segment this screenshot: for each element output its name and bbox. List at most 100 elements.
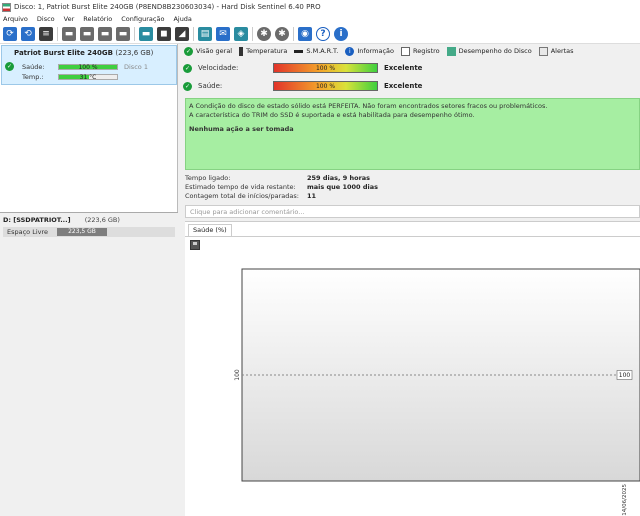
disk-tools-icon[interactable]: ▬	[116, 26, 130, 41]
disk-remove-icon[interactable]: ◢	[175, 26, 189, 41]
check-icon: ✓	[183, 81, 192, 91]
alert-icon	[538, 46, 548, 56]
disk-schedule-icon[interactable]: ▬	[98, 26, 112, 41]
tab-performance[interactable]: Desempenho do Disco	[446, 46, 532, 56]
disk-blue-icon[interactable]: ▬	[139, 26, 153, 41]
disk-check-icon[interactable]: ▬	[80, 26, 94, 41]
disk-health-bar: 100 %	[58, 63, 118, 71]
stat-value: mais que 1000 dias	[307, 183, 378, 191]
status-message-line2: A característica do TRIM do SSD é suport…	[189, 111, 475, 119]
partition-free-row: Espaço Livre 223,5 GB	[3, 227, 175, 237]
menu-ajuda[interactable]: Ajuda	[173, 15, 191, 23]
data-point-label: 100	[619, 372, 631, 379]
camera-icon[interactable]: ◉	[298, 26, 312, 41]
stat-row: Estimado tempo de vida restante: mais que…	[185, 183, 635, 192]
details-panel: ✓ Visão geral Temperatura S.M.A.R.T. i Inf…	[179, 44, 640, 516]
menu-disco[interactable]: Disco	[37, 15, 55, 23]
disk-size: (223,6 GB)	[115, 49, 154, 57]
tab-alerts-label: Alertas	[550, 47, 574, 55]
health-summary: ✓ Velocidade: 100 % Excelente ✓ Saúde: 1…	[183, 61, 640, 97]
tab-bar: ✓ Visão geral Temperatura S.M.A.R.T. i Inf…	[179, 44, 640, 58]
stat-key: Contagem total de inícios/paradas:	[185, 192, 299, 200]
disk-temp-row: Temp.: 31 °C	[5, 73, 124, 81]
disk-temp-value: 31 °C	[79, 74, 97, 81]
partition-header: D: [SSDPATRIOT...] (223,6 GB)	[3, 216, 120, 224]
log-icon	[401, 46, 411, 56]
tab-log[interactable]: Registro	[401, 46, 440, 56]
disk-title: Patriot Burst Elite 240GB (223,6 GB)	[14, 49, 153, 57]
stat-row: Tempo ligado: 259 dias, 9 horas	[185, 174, 635, 183]
thermometer-icon	[239, 46, 244, 56]
mail-icon[interactable]: ✉	[216, 26, 230, 41]
health-verdict: Excelente	[384, 82, 423, 90]
list-icon[interactable]: ≡	[39, 26, 53, 41]
partition-panel[interactable]: D: [SSDPATRIOT...] (223,6 GB) Espaço Liv…	[0, 212, 178, 242]
disk-icon[interactable]: ▬	[62, 26, 76, 41]
toolbar-separator	[57, 26, 58, 41]
stat-key: Tempo ligado:	[185, 174, 231, 182]
overview-icon: ✓	[184, 46, 193, 56]
health-row: ✓ Saúde: 100 % Excelente	[183, 81, 422, 91]
tab-overview[interactable]: ✓ Visão geral	[184, 46, 233, 56]
disk-health-value: 100 %	[78, 63, 98, 71]
tab-temperature-label: Temperatura	[246, 47, 288, 55]
menu-arquivo[interactable]: Arquivo	[3, 15, 28, 23]
menu-ver[interactable]: Ver	[64, 15, 75, 23]
y-tick-label: 100	[234, 369, 241, 381]
menu-configuracao[interactable]: Configuração	[121, 15, 164, 23]
settings-icon[interactable]: ✱	[257, 26, 271, 41]
performance-icon	[446, 46, 456, 56]
partition-size: (223,6 GB)	[84, 216, 120, 224]
chart-tab-divider	[185, 236, 640, 237]
tab-overview-label: Visão geral	[196, 47, 233, 55]
tab-information-label: Informação	[357, 47, 395, 55]
report-icon[interactable]: ▤	[198, 26, 212, 41]
stat-value: 259 dias, 9 horas	[307, 174, 371, 182]
disk-temp-label: Temp.:	[22, 73, 44, 81]
tab-alerts[interactable]: Alertas	[538, 46, 574, 56]
comment-field[interactable]: Clique para adicionar comentário...	[185, 205, 640, 218]
action-text: Nenhuma ação a ser tomada	[189, 125, 294, 133]
toolbar-separator	[293, 26, 294, 41]
tab-performance-label: Desempenho do Disco	[458, 47, 532, 55]
gear-icon[interactable]: ✱	[275, 26, 289, 41]
performance-label: Velocidade:	[198, 64, 239, 72]
info-icon: i	[345, 46, 355, 56]
menu-bar: Arquivo Disco Ver Relatório Configuração…	[0, 14, 640, 24]
free-space-bar: 223,5 GB	[57, 228, 107, 236]
chart-tab-health[interactable]: Saúde (%)	[188, 224, 232, 236]
performance-verdict: Excelente	[384, 64, 423, 72]
x-tick-label: 14/06/2025	[622, 484, 628, 516]
refresh-icon[interactable]: ⟳	[3, 26, 17, 41]
stats-list: Tempo ligado: 259 dias, 9 horas Estimado …	[185, 174, 635, 201]
tab-smart-label: S.M.A.R.T.	[306, 47, 339, 55]
chat-icon[interactable]: ◼	[157, 26, 171, 41]
window-title: Disco: 1, Patriot Burst Elite 240GB (P8E…	[14, 3, 321, 11]
options-icon[interactable]: ◈	[234, 26, 248, 41]
tab-information[interactable]: i Informação	[345, 46, 395, 56]
stat-row: Contagem total de inícios/paradas: 11	[185, 192, 635, 201]
info-icon[interactable]: i	[334, 26, 348, 41]
performance-value: 100 %	[315, 65, 336, 72]
tab-log-label: Registro	[413, 47, 440, 55]
disk-card[interactable]: Patriot Burst Elite 240GB (223,6 GB) ✓ S…	[1, 45, 177, 85]
disk-temp-bar: 31 °C	[58, 74, 118, 81]
tab-temperature[interactable]: Temperatura	[239, 46, 288, 56]
performance-bar: 100 %	[273, 63, 378, 73]
disk-name: Patriot Burst Elite 240GB	[14, 49, 113, 57]
toolbar-separator	[252, 26, 253, 41]
refresh-all-icon[interactable]: ⟲	[21, 26, 35, 41]
disk-health-label: Saúde:	[22, 62, 45, 71]
help-icon[interactable]: ?	[316, 26, 330, 41]
save-icon[interactable]	[190, 240, 200, 250]
tab-smart[interactable]: S.M.A.R.T.	[294, 47, 338, 55]
performance-row: ✓ Velocidade: 100 % Excelente	[183, 63, 422, 73]
app-icon	[2, 2, 11, 12]
toolbar-separator	[134, 26, 135, 41]
status-message-box: A Condição do disco de estado sólido est…	[185, 98, 640, 170]
menu-relatorio[interactable]: Relatório	[83, 15, 112, 23]
free-space-label: Espaço Livre	[7, 228, 49, 236]
stat-key: Estimado tempo de vida restante:	[185, 183, 296, 191]
title-bar: Disco: 1, Patriot Burst Elite 240GB (P8E…	[0, 0, 640, 14]
health-label: Saúde:	[198, 82, 223, 90]
